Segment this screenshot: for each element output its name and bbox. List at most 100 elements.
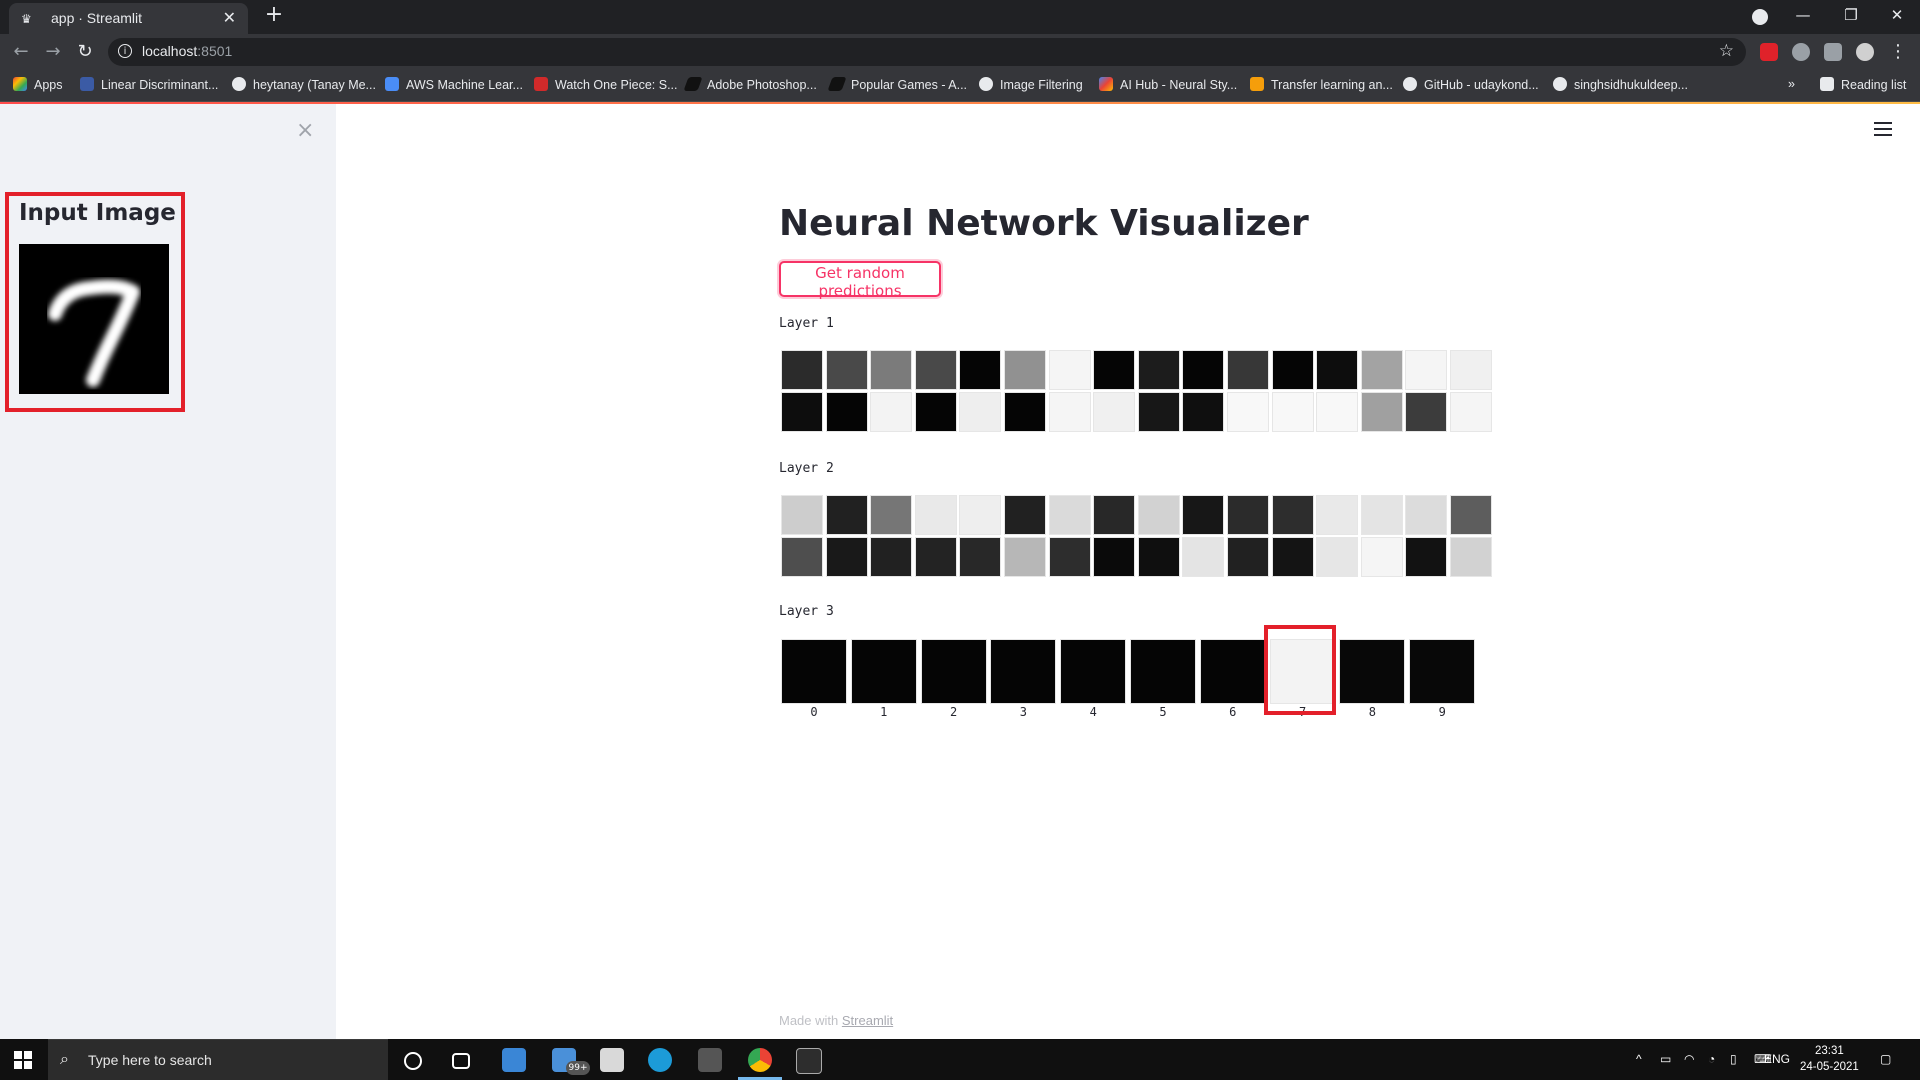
activation-cell [1360,350,1403,390]
activation-cell [1405,392,1448,432]
notifications-icon[interactable]: ▢ [1880,1052,1891,1066]
back-icon[interactable]: ← [9,40,33,64]
language-indicator[interactable]: ENG [1764,1052,1790,1066]
handwritten-digit-graphic [48,279,140,387]
github-icon [1403,77,1417,91]
activation-cell [1316,350,1359,390]
footer: Made with Streamlit [779,1013,894,1028]
activation-cell [1271,350,1314,390]
activation-cell [1004,537,1046,577]
input-image-title: Input Image [19,200,176,226]
output-cell [1409,639,1476,704]
bookmark-item[interactable]: Transfer learning an... [1250,77,1393,95]
activation-cell [1450,392,1492,432]
sidebar: × Input Image [0,104,336,1039]
tray-battery-icon[interactable]: ▯ [1730,1052,1737,1066]
tray-network-icon[interactable]: ◠ [1684,1052,1694,1066]
main-menu-icon[interactable] [1874,122,1892,140]
terminal-icon[interactable] [796,1048,822,1074]
bookmark-item[interactable]: Popular Games - A... [827,77,967,95]
bookmark-star-icon[interactable]: ☆ [1719,41,1734,61]
output-cell [1060,639,1127,704]
activation-cell [1182,537,1225,577]
predicted-class-highlight [1264,625,1336,715]
profile-avatar[interactable] [1856,43,1874,61]
activation-cell [1048,392,1091,432]
chrome-icon[interactable] [748,1048,772,1072]
bookmark-item[interactable]: GitHub - udaykond... [1403,77,1539,95]
bookmark-item[interactable]: Image Filtering [979,77,1083,95]
get-random-predictions-button[interactable]: Get random predictions [779,261,941,300]
bookmarks-overflow-icon[interactable]: » [1788,77,1795,95]
system-clock[interactable]: 23:31 24-05-2021 [1800,1043,1859,1075]
task-view-icon[interactable] [452,1053,470,1069]
bookmark-item[interactable]: Watch One Piece: S... [534,77,678,95]
windows-start-icon[interactable] [14,1051,32,1069]
activation-cell [870,495,913,535]
activation-cell [1227,495,1269,535]
input-digit-image [19,244,169,394]
tray-device-icon[interactable]: ▭ [1660,1052,1671,1066]
browser-menu-icon[interactable]: ⋮ [1886,40,1910,64]
output-cell [850,639,917,704]
forward-icon[interactable]: → [41,40,65,64]
reading-list[interactable]: Reading list [1820,77,1906,95]
notion-icon[interactable] [698,1048,722,1072]
activation-cell [1316,392,1359,432]
bookmark-item[interactable]: Linear Discriminant... [80,77,218,95]
streamlit-link[interactable]: Streamlit [842,1013,893,1028]
reload-icon[interactable]: ↻ [73,40,97,64]
activation-cell [1360,495,1403,535]
edge-icon[interactable] [648,1048,672,1072]
activation-cell [959,495,1002,535]
activation-cell [1048,495,1091,535]
activation-cell [1450,495,1492,535]
tray-overflow-icon[interactable]: ^ [1636,1052,1642,1066]
new-tab-button[interactable]: + [262,3,286,27]
close-sidebar-icon[interactable]: × [296,118,314,143]
activation-cell [1093,495,1136,535]
close-window-icon[interactable]: ✕ [1874,0,1920,34]
cortana-icon[interactable] [404,1052,422,1070]
taskbar-app-icon[interactable] [502,1048,526,1072]
restore-icon[interactable]: ❐ [1828,0,1874,34]
browser-tab[interactable]: ♛ app · Streamlit ✕ [9,3,248,34]
tab-search-icon[interactable] [1752,9,1768,25]
activation-cell [1405,537,1448,577]
layer2-label: Layer 2 [779,461,834,476]
activation-cell [1137,495,1180,535]
close-tab-icon[interactable]: ✕ [223,8,236,27]
activation-cell [825,392,868,432]
tray-wifi-icon[interactable]: ◔ [1708,1052,1715,1066]
activation-cell [1004,350,1046,390]
bookmark-item[interactable]: AI Hub - Neural Sty... [1099,77,1237,95]
activation-cell [1182,350,1225,390]
activation-cell [1093,537,1136,577]
bookmark-apps[interactable]: Apps [13,77,63,95]
output-cell [990,639,1057,704]
bookmark-item[interactable]: AWS Machine Lear... [385,77,523,95]
activation-cell [781,350,823,390]
tab-title: app · Streamlit [51,10,143,26]
site-info-icon[interactable]: i [118,44,132,58]
output-cell [781,639,847,704]
store-icon[interactable] [600,1048,624,1072]
bookmarks-bar: Apps Linear Discriminant... heytanay (Ta… [0,70,1920,102]
output-class-label: 0 [810,705,818,719]
address-bar[interactable]: i localhost:8501 ☆ [108,38,1746,66]
extension-icon[interactable] [1792,43,1810,61]
youtube-extension-icon[interactable] [1760,43,1778,61]
bookmark-item[interactable]: heytanay (Tanay Me... [232,77,376,95]
activation-cell [1271,537,1314,577]
bookmark-favicon-icon [385,77,399,91]
layer1-label: Layer 1 [779,316,834,331]
output-class-label: 4 [1089,705,1097,719]
output-class-label: 6 [1229,705,1237,719]
taskbar-search-box[interactable]: ⌕ Type here to search [48,1039,388,1080]
activation-cell [781,495,823,535]
bookmark-item[interactable]: singhsidhukuldeep... [1553,77,1688,95]
bookmark-item[interactable]: Adobe Photoshop... [683,77,817,95]
activation-cell [870,350,913,390]
puzzle-extensions-icon[interactable] [1824,43,1842,61]
minimize-icon[interactable]: — [1780,0,1826,34]
